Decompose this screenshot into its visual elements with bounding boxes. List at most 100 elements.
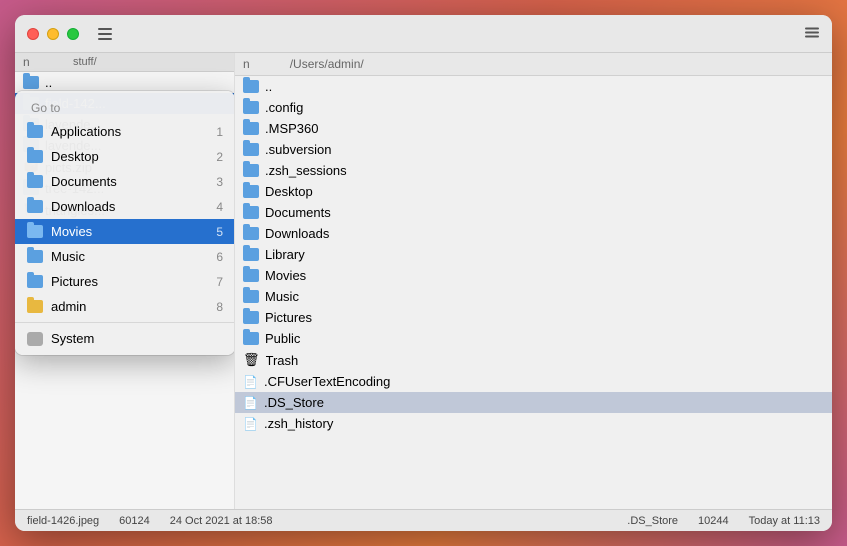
- folder-icon: [243, 185, 259, 198]
- file-name: .zsh_sessions: [265, 163, 824, 178]
- menu-item-downloads[interactable]: Downloads 4: [15, 194, 235, 219]
- folder-icon: [243, 269, 259, 282]
- documents-shortcut: 3: [216, 175, 223, 189]
- file-name: Pictures: [265, 310, 824, 325]
- right-file-downloads[interactable]: Downloads: [235, 223, 832, 244]
- applications-shortcut: 1: [216, 125, 223, 139]
- status-left: field-1426.jpeg 60124 24 Oct 2021 at 18:…: [27, 515, 424, 527]
- right-file-msp360[interactable]: .MSP360: [235, 118, 832, 139]
- menu-item-desktop[interactable]: Desktop 2: [15, 144, 235, 169]
- file-name: .MSP360: [265, 121, 824, 136]
- menu-separator: [15, 322, 235, 323]
- applications-folder-icon: [27, 125, 43, 138]
- minimize-button[interactable]: [47, 28, 59, 40]
- left-panel-header: n stuff/: [15, 53, 234, 72]
- list-icon[interactable]: [95, 24, 115, 44]
- menu-item-movies-label: Movies: [51, 224, 92, 239]
- close-button[interactable]: [27, 28, 39, 40]
- pictures-folder-icon: [27, 275, 43, 288]
- file-icon: 📄: [243, 417, 258, 431]
- right-file-dotdot[interactable]: ..: [235, 76, 832, 97]
- movies-folder-icon: [27, 225, 43, 238]
- file-name: .CFUserTextEncoding: [264, 374, 824, 389]
- right-file-library[interactable]: Library: [235, 244, 832, 265]
- admin-folder-icon: [27, 300, 43, 313]
- music-folder-icon: [27, 250, 43, 263]
- documents-folder-icon: [27, 175, 43, 188]
- right-file-trash[interactable]: 🗑 Trash: [235, 349, 832, 371]
- right-file-public[interactable]: Public: [235, 328, 832, 349]
- right-file-config[interactable]: .config: [235, 97, 832, 118]
- pictures-shortcut: 7: [216, 275, 223, 289]
- folder-icon: [243, 227, 259, 240]
- file-name: Desktop: [265, 184, 824, 199]
- desktop-shortcut: 2: [216, 150, 223, 164]
- left-status-size: 60124: [119, 515, 150, 527]
- menu-item-system-label: System: [51, 331, 94, 346]
- left-col-n: n: [23, 55, 53, 69]
- folder-icon: [243, 248, 259, 261]
- menu-item-documents-label: Documents: [51, 174, 117, 189]
- right-status-size: 10244: [698, 515, 729, 527]
- file-name: .DS_Store: [264, 395, 824, 410]
- right-panel: n /Users/admin/ .. .config .MSP360: [235, 53, 832, 509]
- right-file-cfusertext[interactable]: 📄 .CFUserTextEncoding: [235, 371, 832, 392]
- folder-icon: [243, 311, 259, 324]
- right-file-movies[interactable]: Movies: [235, 265, 832, 286]
- right-file-documents[interactable]: Documents: [235, 202, 832, 223]
- finder-window: n stuff/ .. field-142... lavende...: [15, 15, 832, 531]
- folder-icon: [23, 76, 39, 89]
- file-icon: 📄: [243, 396, 258, 410]
- folder-icon: [243, 101, 259, 114]
- status-bar: field-1426.jpeg 60124 24 Oct 2021 at 18:…: [15, 509, 832, 531]
- right-file-ds-store[interactable]: 📄 .DS_Store: [235, 392, 832, 413]
- downloads-shortcut: 4: [216, 200, 223, 214]
- folder-icon: [243, 80, 259, 93]
- folder-icon: [243, 164, 259, 177]
- right-panel-header: n /Users/admin/: [235, 53, 832, 76]
- right-status-date: Today at 11:13: [749, 515, 820, 527]
- status-right: .DS_Store 10244 Today at 11:13: [424, 515, 821, 527]
- folder-icon: [243, 143, 259, 156]
- right-file-subversion[interactable]: .subversion: [235, 139, 832, 160]
- content-area: n stuff/ .. field-142... lavende...: [15, 53, 832, 509]
- goto-menu: Go to Applications 1 Desktop 2 Documents: [15, 91, 235, 355]
- file-name: Music: [265, 289, 824, 304]
- menu-item-documents[interactable]: Documents 3: [15, 169, 235, 194]
- downloads-folder-icon: [27, 200, 43, 213]
- menu-item-applications[interactable]: Applications 1: [15, 119, 235, 144]
- music-shortcut: 6: [216, 250, 223, 264]
- file-name: .zsh_history: [264, 416, 824, 431]
- right-file-pictures[interactable]: Pictures: [235, 307, 832, 328]
- menu-item-admin[interactable]: admin 8: [15, 294, 235, 319]
- menu-item-system[interactable]: System: [15, 326, 235, 351]
- file-name: ..: [45, 75, 226, 90]
- right-file-desktop[interactable]: Desktop: [235, 181, 832, 202]
- zoom-button[interactable]: [67, 28, 79, 40]
- right-col-path: /Users/admin/: [290, 57, 364, 71]
- file-name: .config: [265, 100, 824, 115]
- file-name: Public: [265, 331, 824, 346]
- titlebar: [15, 15, 832, 53]
- system-icon: [27, 332, 43, 346]
- file-name: Downloads: [265, 226, 824, 241]
- menu-item-pictures[interactable]: Pictures 7: [15, 269, 235, 294]
- left-file-dotdot[interactable]: ..: [15, 72, 234, 93]
- right-file-zsh-history[interactable]: 📄 .zsh_history: [235, 413, 832, 434]
- menu-item-movies[interactable]: Movies 5: [15, 219, 235, 244]
- left-panel: n stuff/ .. field-142... lavende...: [15, 53, 235, 509]
- file-name: Documents: [265, 205, 824, 220]
- menu-icon[interactable]: [804, 24, 820, 43]
- dropdown-overlay: Go to Applications 1 Desktop 2 Documents: [15, 91, 235, 355]
- menu-item-admin-label: admin: [51, 299, 86, 314]
- menu-item-pictures-label: Pictures: [51, 274, 98, 289]
- left-status-filename: field-1426.jpeg: [27, 515, 99, 527]
- menu-item-desktop-label: Desktop: [51, 149, 99, 164]
- file-name: Movies: [265, 268, 824, 283]
- file-name: .subversion: [265, 142, 824, 157]
- right-file-music[interactable]: Music: [235, 286, 832, 307]
- desktop-folder-icon: [27, 150, 43, 163]
- folder-icon: [243, 122, 259, 135]
- right-file-zsh-sessions[interactable]: .zsh_sessions: [235, 160, 832, 181]
- menu-item-music[interactable]: Music 6: [15, 244, 235, 269]
